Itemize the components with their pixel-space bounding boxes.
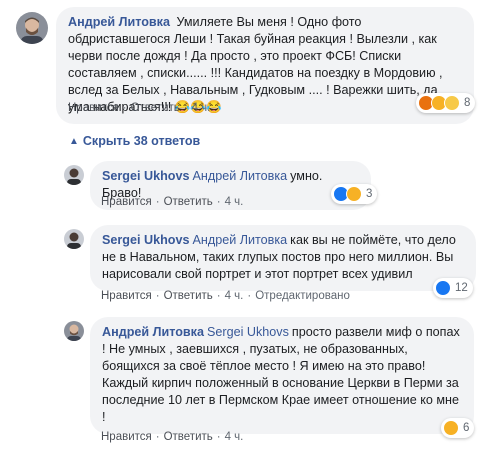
like-reaction-icon	[435, 280, 451, 296]
arrow-up-icon: ▲	[69, 135, 79, 147]
comment-actions: Нравится · Ответить · 4 ч.	[68, 102, 211, 114]
reply-actions: Нравится · Ответить · 4 ч.	[101, 196, 244, 208]
user-photo-icon	[64, 321, 84, 341]
like-link[interactable]: Нравится	[101, 196, 152, 208]
hide-replies-label: Скрыть 38 ответов	[82, 134, 201, 148]
reply-link[interactable]: Ответить	[164, 290, 213, 302]
avatar-andrey[interactable]	[16, 12, 48, 44]
reaction-count: 8	[464, 97, 471, 109]
user-photo-icon	[64, 229, 84, 249]
reply-mention[interactable]: Андрей Литовка	[193, 169, 288, 183]
comment-text: Умиляете Вы меня ! Одно фото обдриставше…	[68, 15, 443, 114]
reply-bubble: Sergei Ukhovs Андрей Литовка как вы не пой…	[90, 225, 476, 291]
avatar-sergei[interactable]	[64, 229, 84, 249]
haha-reaction-icon	[346, 186, 362, 202]
reply-link[interactable]: Ответить	[164, 196, 213, 208]
reaction-summary[interactable]: 8	[416, 93, 476, 113]
reaction-summary[interactable]: 6	[441, 418, 475, 438]
reply-author[interactable]: Андрей Литовка	[102, 325, 204, 339]
timestamp[interactable]: 4 ч.	[192, 102, 211, 114]
reply-bubble: Андрей Литовка Sergei Ukhovs просто развел…	[90, 317, 474, 434]
reply-mention[interactable]: Sergei Ukhovs	[207, 325, 289, 339]
reaction-count: 12	[455, 282, 468, 294]
timestamp[interactable]: 4 ч.	[225, 196, 244, 208]
reaction-summary[interactable]: 3	[331, 184, 378, 204]
reply-link[interactable]: Ответить	[164, 431, 213, 443]
reply-actions: Нравится · Ответить · 4 ч.	[101, 431, 244, 443]
reply-text: просто развели миф о попах ! Не умных , …	[102, 325, 460, 424]
user-photo-icon	[64, 165, 84, 185]
like-link[interactable]: Нравится	[101, 431, 152, 443]
like-link[interactable]: Нравится	[101, 290, 152, 302]
reaction-summary[interactable]: 12	[433, 278, 473, 298]
reply-author[interactable]: Sergei Ukhovs	[102, 169, 190, 183]
like-link[interactable]: Нравится	[68, 102, 119, 114]
timestamp[interactable]: 4 ч.	[225, 431, 244, 443]
timestamp[interactable]: 4 ч.	[225, 290, 244, 302]
user-photo-icon	[16, 12, 48, 44]
reply-author[interactable]: Sergei Ukhovs	[102, 233, 190, 247]
comment-author[interactable]: Андрей Литовка	[68, 15, 170, 29]
reaction-count: 6	[463, 422, 470, 434]
edited-label[interactable]: Отредактировано	[255, 290, 350, 302]
reply-actions: Нравится · Ответить · 4 ч. · Отредактировано	[101, 290, 350, 302]
reply-mention[interactable]: Андрей Литовка	[193, 233, 288, 247]
avatar-sergei[interactable]	[64, 165, 84, 185]
avatar-andrey[interactable]	[64, 321, 84, 341]
sad-reaction-icon	[444, 95, 460, 111]
hide-replies-link[interactable]: ▲ Скрыть 38 ответов	[69, 134, 200, 148]
reply-link[interactable]: Ответить	[131, 102, 180, 114]
haha-reaction-icon	[443, 420, 459, 436]
reaction-count: 3	[366, 188, 373, 200]
